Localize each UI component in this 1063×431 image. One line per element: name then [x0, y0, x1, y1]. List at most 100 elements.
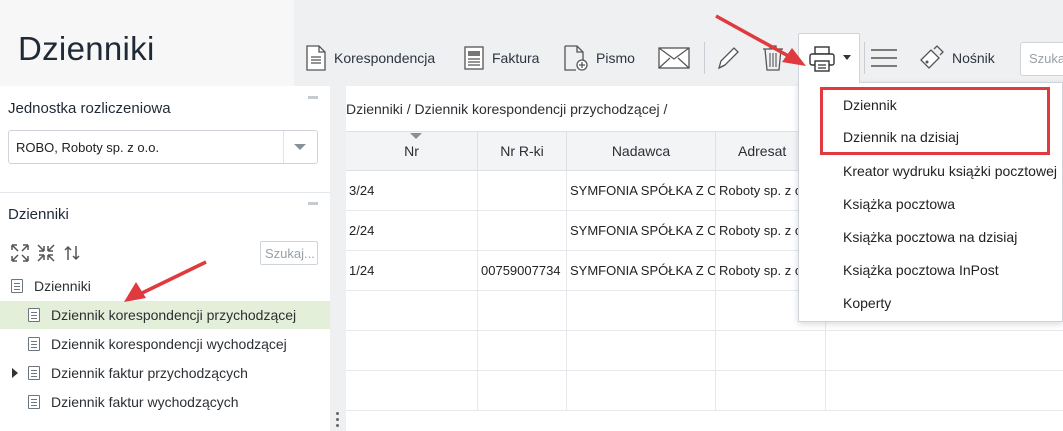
column-header-nadawca[interactable]: Nadawca	[567, 132, 716, 170]
tree-root-dzienniki[interactable]: Dzienniki	[0, 272, 330, 300]
tree-item-label: Dziennik faktur wychodzących	[51, 394, 239, 410]
cell-empty	[346, 371, 478, 410]
document-icon	[28, 308, 40, 322]
column-label: Adresat	[738, 143, 787, 159]
add-document-icon	[564, 45, 588, 71]
printer-icon	[809, 46, 835, 72]
cell-nadawca: SYMFONIA SPÓŁKA Z O.O.	[567, 211, 716, 250]
expand-all-icon[interactable]	[10, 243, 30, 263]
panel-splitter[interactable]	[330, 86, 346, 431]
column-label: Nadawca	[611, 143, 671, 159]
cell-empty	[567, 331, 716, 370]
cell-nr: 1/24	[346, 251, 478, 290]
menu-item-dziennik-na-dzisiaj[interactable]: Dziennik na dzisiaj	[843, 129, 959, 145]
tree-item-incoming-invoices[interactable]: Dziennik faktur przychodzących	[0, 359, 330, 387]
tree-item-incoming-correspondence[interactable]: Dziennik korespondencji przychodzącej	[0, 301, 330, 329]
document-icon	[306, 45, 326, 71]
sort-icon	[410, 133, 422, 139]
page-title: Dzienniki	[18, 30, 155, 67]
nosnik-button[interactable]: Nośnik	[918, 40, 995, 76]
minimize-icon[interactable]	[308, 96, 318, 99]
cell-empty	[478, 291, 567, 330]
cell-nr: 3/24	[346, 171, 478, 210]
column-label: Nr R-ki	[500, 143, 544, 159]
nosnik-label: Nośnik	[952, 50, 995, 66]
journals-section-title: Dzienniki	[8, 206, 69, 223]
cell-empty	[346, 291, 478, 330]
unit-select-value: ROBO, Roboty sp. z o.o.	[16, 140, 160, 155]
tree-item-label: Dziennik korespondencji wychodzącej	[51, 336, 287, 352]
refresh-icon[interactable]	[62, 243, 82, 263]
cell-empty	[567, 371, 716, 410]
left-panel: Jednostka rozliczeniowa ROBO, Roboty sp.…	[0, 86, 330, 431]
unit-section-title: Jednostka rozliczeniowa	[8, 100, 171, 117]
menu-item-ksiazka-pocztowa-na-dzisiaj[interactable]: Książka pocztowa na dzisiaj	[843, 229, 1017, 245]
cell-empty	[346, 331, 478, 370]
cell-nadawca: SYMFONIA SPÓŁKA Z O.O.	[567, 251, 716, 290]
envelope-button[interactable]	[658, 40, 690, 76]
drag-handle-icon[interactable]	[336, 412, 340, 430]
faktura-label: Faktura	[492, 50, 540, 66]
toolbar-separator	[704, 42, 705, 74]
column-label: Nr	[404, 143, 419, 159]
tree-item-outgoing-correspondence[interactable]: Dziennik korespondencji wychodzącej	[0, 330, 330, 358]
delete-button[interactable]	[762, 40, 784, 76]
menu-item-kreator-wydruku[interactable]: Kreator wydruku książki pocztowej	[843, 163, 1057, 179]
korespondencja-label: Korespondencja	[334, 50, 436, 66]
trash-icon	[763, 45, 783, 71]
tree-item-label: Dziennik korespondencji przychodzącej	[51, 307, 297, 323]
tree-item-label: Dziennik faktur przychodzących	[51, 365, 248, 381]
cell-nadawca: SYMFONIA SPÓŁKA Z O.O.	[567, 171, 716, 210]
menu-button[interactable]	[870, 40, 898, 76]
expand-arrow-icon[interactable]	[12, 368, 18, 378]
document-icon	[28, 337, 40, 351]
faktura-button[interactable]: Faktura	[464, 40, 539, 76]
korespondencja-button[interactable]: Korespondencja	[306, 40, 435, 76]
chevron-down-icon[interactable]	[283, 131, 317, 163]
cell-empty	[478, 331, 567, 370]
menu-item-ksiazka-pocztowa-inpost[interactable]: Książka pocztowa InPost	[843, 262, 999, 278]
search-input[interactable]: Szukaj...	[1020, 42, 1063, 76]
section-divider	[0, 192, 330, 193]
pismo-label: Pismo	[596, 50, 635, 66]
title-area: Dzienniki	[0, 0, 294, 86]
document-icon	[28, 395, 40, 409]
toolbar-separator	[864, 42, 865, 74]
document-icon	[28, 366, 40, 380]
pencil-icon	[717, 47, 739, 70]
tree-item-label: Dzienniki	[34, 278, 91, 294]
print-button[interactable]	[798, 33, 860, 83]
cell-nr-rki	[478, 211, 567, 250]
collapse-all-icon[interactable]	[36, 243, 56, 263]
column-header-nr-rki[interactable]: Nr R-ki	[478, 132, 567, 170]
cell-nr: 2/24	[346, 211, 478, 250]
document-icon	[11, 279, 23, 293]
invoice-icon	[464, 46, 484, 70]
menu-item-ksiazka-pocztowa[interactable]: Książka pocztowa	[843, 196, 955, 212]
tree-tools	[10, 243, 82, 263]
cell-nr-rki: 00759007734	[478, 251, 567, 290]
edit-button[interactable]	[716, 40, 740, 76]
chevron-down-icon	[843, 55, 851, 60]
tree-search-input[interactable]: Szukaj...	[260, 241, 318, 265]
table-row-empty	[346, 331, 1063, 371]
cell-empty	[478, 371, 567, 410]
unit-select[interactable]: ROBO, Roboty sp. z o.o.	[8, 130, 318, 164]
menu-item-koperty[interactable]: Koperty	[843, 295, 891, 311]
tree-item-outgoing-invoices[interactable]: Dziennik faktur wychodzących	[0, 388, 330, 416]
column-header-nr[interactable]: Nr	[346, 132, 478, 170]
menu-item-dziennik[interactable]: Dziennik	[843, 97, 897, 113]
cell-empty	[716, 331, 826, 370]
table-row-empty	[346, 371, 1063, 411]
cell-nr-rki	[478, 171, 567, 210]
pismo-button[interactable]: Pismo	[564, 40, 635, 76]
cell-empty	[716, 371, 826, 410]
usb-drive-icon	[920, 45, 944, 69]
breadcrumb: Dzienniki / Dziennik korespondencji przy…	[346, 101, 668, 117]
print-menu: Dziennik Dziennik na dzisiaj Kreator wyd…	[798, 82, 1063, 322]
minimize-icon[interactable]	[308, 202, 318, 205]
envelope-icon	[658, 47, 690, 69]
cell-empty	[567, 291, 716, 330]
header: Dzienniki Korespondencja Faktura Pismo N…	[0, 0, 1063, 86]
hamburger-icon	[871, 49, 897, 67]
